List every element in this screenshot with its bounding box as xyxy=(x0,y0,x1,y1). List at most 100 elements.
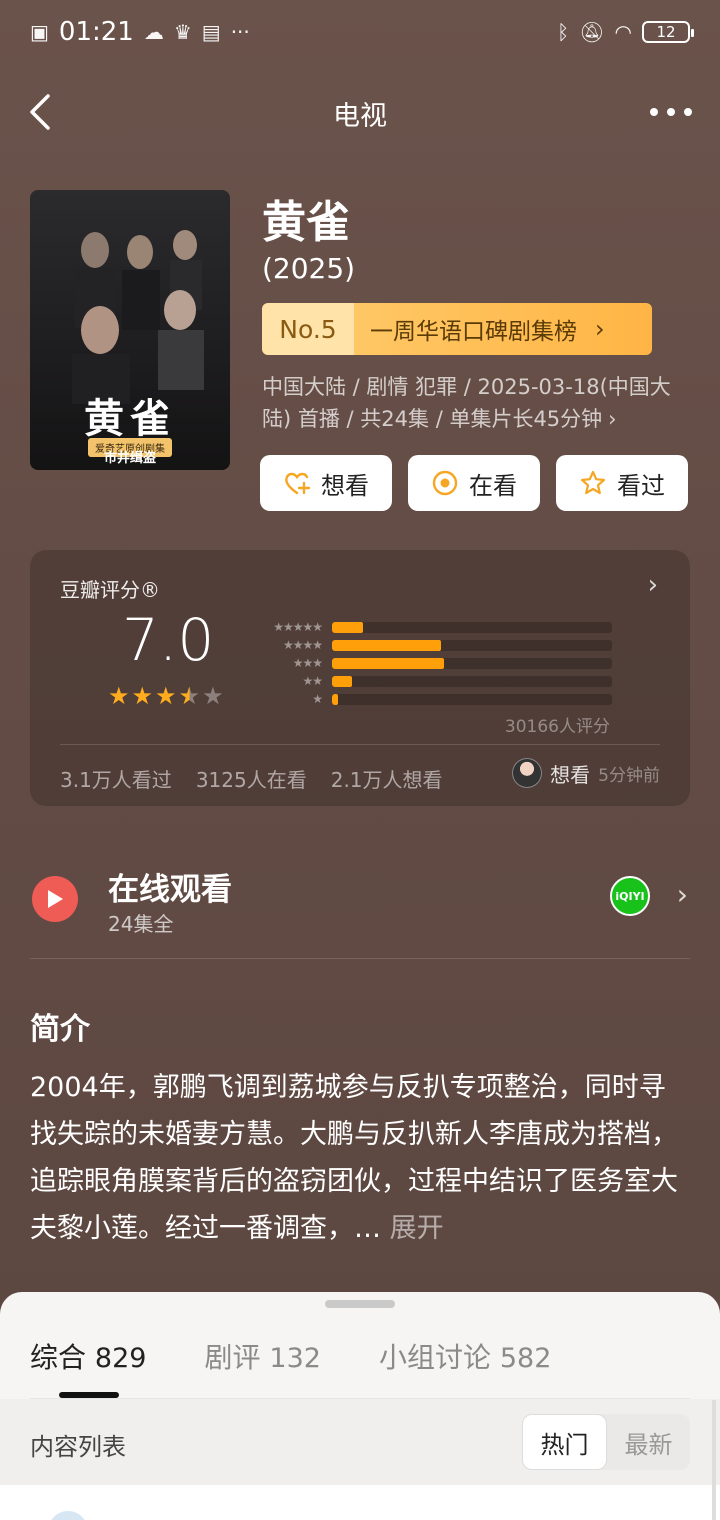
rating-count: 30166人评分 xyxy=(504,717,610,737)
star-half-icon: ★ xyxy=(178,682,201,710)
watching-count: 3125人在看 xyxy=(195,768,307,792)
rating-row: ★★★ xyxy=(252,654,612,672)
bus-icon: ▤ xyxy=(201,20,221,44)
expand-link[interactable]: 展开 xyxy=(390,1213,444,1244)
watching-circle-icon xyxy=(432,470,458,496)
rating-row-stars: ★★★ xyxy=(292,656,323,670)
watched-count: 3.1万人看过 xyxy=(60,768,172,792)
rating-row-stars: ★★★★ xyxy=(282,638,323,652)
avatar[interactable] xyxy=(48,1511,88,1520)
synopsis-title: 简介 xyxy=(30,1012,90,1047)
rating-row: ★★★★★ xyxy=(252,618,612,636)
synopsis-text[interactable]: 2004年，郭鹏飞调到荔城参与反扒专项整治，同时寻找失踪的未婚妻方慧。大鹏与反扒… xyxy=(30,1064,692,1252)
rating-row-stars: ★ xyxy=(312,692,323,706)
rating-bar-track xyxy=(332,621,612,633)
rating-row: ★ xyxy=(252,690,612,708)
rating-stars: ★ ★ ★ ★ ★ xyxy=(108,682,224,710)
rating-stats: 3.1万人看过 3125人在看 2.1万人想看 xyxy=(60,764,443,793)
page-title: 电视 xyxy=(333,101,387,132)
action-buttons: 想看 在看 看过 xyxy=(260,455,688,511)
tab-reviews[interactable]: 剧评 132 xyxy=(204,1336,320,1376)
rating-title: 豆瓣评分® xyxy=(60,578,160,602)
online-watch-subtitle: 24集全 xyxy=(108,912,174,936)
rating-bar-track xyxy=(332,693,612,705)
drag-handle[interactable] xyxy=(325,1300,395,1308)
rank-badge[interactable]: No.5 一周华语口碑剧集榜 › xyxy=(262,303,652,355)
divider xyxy=(60,744,660,745)
rating-bar-track xyxy=(332,675,612,687)
rating-bar xyxy=(332,657,444,669)
rank-label-box: 一周华语口碑剧集榜 › xyxy=(354,303,652,355)
chevron-right-icon: › xyxy=(647,570,658,600)
recent-activity[interactable]: 想看 5分钟前 xyxy=(512,758,660,788)
avatar xyxy=(512,758,543,788)
show-year: (2025) xyxy=(262,252,356,285)
rating-distribution: ★★★★★ ★★★★ ★★★ ★★ ★ xyxy=(252,618,612,708)
crown-icon: ♛ xyxy=(173,20,192,44)
iqiyi-icon: iQIYI xyxy=(610,876,650,916)
rating-row: ★★★★ xyxy=(252,636,612,654)
tab-overview-count: 829 xyxy=(94,1343,147,1374)
tab-reviews-count: 132 xyxy=(269,1343,321,1374)
scrollbar[interactable] xyxy=(712,1400,716,1520)
mute-icon: 🔕︎ xyxy=(579,20,605,44)
star-icon: ★ xyxy=(108,682,130,710)
poster-title: 黄雀 xyxy=(84,395,176,442)
sort-latest-button[interactable]: 最新 xyxy=(607,1414,690,1470)
page: ▣ 01:21 ☁ ♛ ▤ ··· ᛒ 🔕︎ ◠ 12 电视 黄雀 爱奇艺原创剧… xyxy=(0,0,720,1520)
want-to-watch-label: 想看 xyxy=(321,471,369,500)
rating-row-stars: ★★ xyxy=(302,674,323,688)
content-list-label: 内容列表 xyxy=(30,1433,126,1461)
online-watch-row[interactable]: 在线观看 24集全 iQIYI › xyxy=(30,862,690,942)
more-icon[interactable] xyxy=(650,100,694,124)
rank-number: No.5 xyxy=(262,303,354,355)
bottom-sheet[interactable]: 综合 829 剧评 132 小组讨论 582 内容列表 热门 最新 xyxy=(0,1292,720,1520)
rating-card[interactable]: 豆瓣评分® › 7.0 ★ ★ ★ ★ ★ ★★★★★ ★★★★ ★★★ ★★ ★ 30… xyxy=(30,550,690,806)
chevron-right-icon: › xyxy=(676,878,688,911)
watched-label: 看过 xyxy=(617,471,665,500)
top-nav: 电视 xyxy=(0,80,720,144)
watching-button[interactable]: 在看 xyxy=(408,455,540,511)
star-icon: ★ xyxy=(131,682,154,710)
content-list xyxy=(0,1485,720,1520)
recent-time: 5分钟前 xyxy=(598,765,660,786)
chevron-right-icon: › xyxy=(595,315,605,343)
recent-action: 想看 xyxy=(550,762,591,787)
tab-groups-label: 小组讨论 xyxy=(378,1341,491,1374)
chevron-right-icon: › xyxy=(608,407,617,431)
rating-bar xyxy=(332,693,338,705)
show-info: 黄雀 (2025) No.5 一周华语口碑剧集榜 › 中国大陆 / 剧情 犯罪 … xyxy=(262,196,690,435)
watched-button[interactable]: 看过 xyxy=(556,455,688,511)
tab-overview[interactable]: 综合 829 xyxy=(30,1336,146,1376)
rating-bar-track xyxy=(332,639,612,651)
rating-bar xyxy=(332,639,442,651)
watching-label: 在看 xyxy=(469,471,517,500)
sheet-tabs: 综合 829 剧评 132 小组讨论 582 xyxy=(30,1336,551,1376)
show-meta[interactable]: 中国大陆 / 剧情 犯罪 / 2025-03-18(中国大陆) 首播 / 共24… xyxy=(262,371,690,435)
tab-reviews-label: 剧评 xyxy=(204,1341,261,1374)
rating-row-stars: ★★★★★ xyxy=(273,620,323,634)
show-title: 黄雀 xyxy=(262,197,350,248)
rating-bar-track xyxy=(332,657,612,669)
bluetooth-icon: ᛒ xyxy=(557,20,570,44)
divider xyxy=(30,958,690,959)
sort-hot-button[interactable]: 热门 xyxy=(522,1414,607,1470)
poster-footer: 市井缉盗 xyxy=(103,451,156,466)
tab-overview-label: 综合 xyxy=(30,1341,87,1374)
rating-score: 7.0 xyxy=(122,606,215,674)
sim-icon: ▣ xyxy=(30,20,49,44)
poster[interactable]: 黄雀 爱奇艺原创剧集 市井缉盗 xyxy=(30,190,230,470)
rank-label: 一周华语口碑剧集榜 xyxy=(370,319,577,345)
rating-bar xyxy=(332,621,363,633)
star-icon: ★ xyxy=(155,682,177,710)
want-to-watch-button[interactable]: 想看 xyxy=(260,455,392,511)
status-time: 01:21 xyxy=(58,17,134,47)
sort-toggle: 热门 最新 xyxy=(522,1414,690,1470)
rating-bar xyxy=(332,675,352,687)
star-outline-icon xyxy=(580,470,606,495)
heart-plus-icon xyxy=(285,472,311,495)
want-count: 2.1万人想看 xyxy=(330,768,443,792)
online-watch-title: 在线观看 xyxy=(108,872,232,908)
tab-groups[interactable]: 小组讨论 582 xyxy=(379,1336,551,1376)
synopsis-body: 2004年，郭鹏飞调到荔城参与反扒专项整治，同时寻找失踪的未婚妻方慧。大鹏与反扒… xyxy=(30,1072,678,1244)
